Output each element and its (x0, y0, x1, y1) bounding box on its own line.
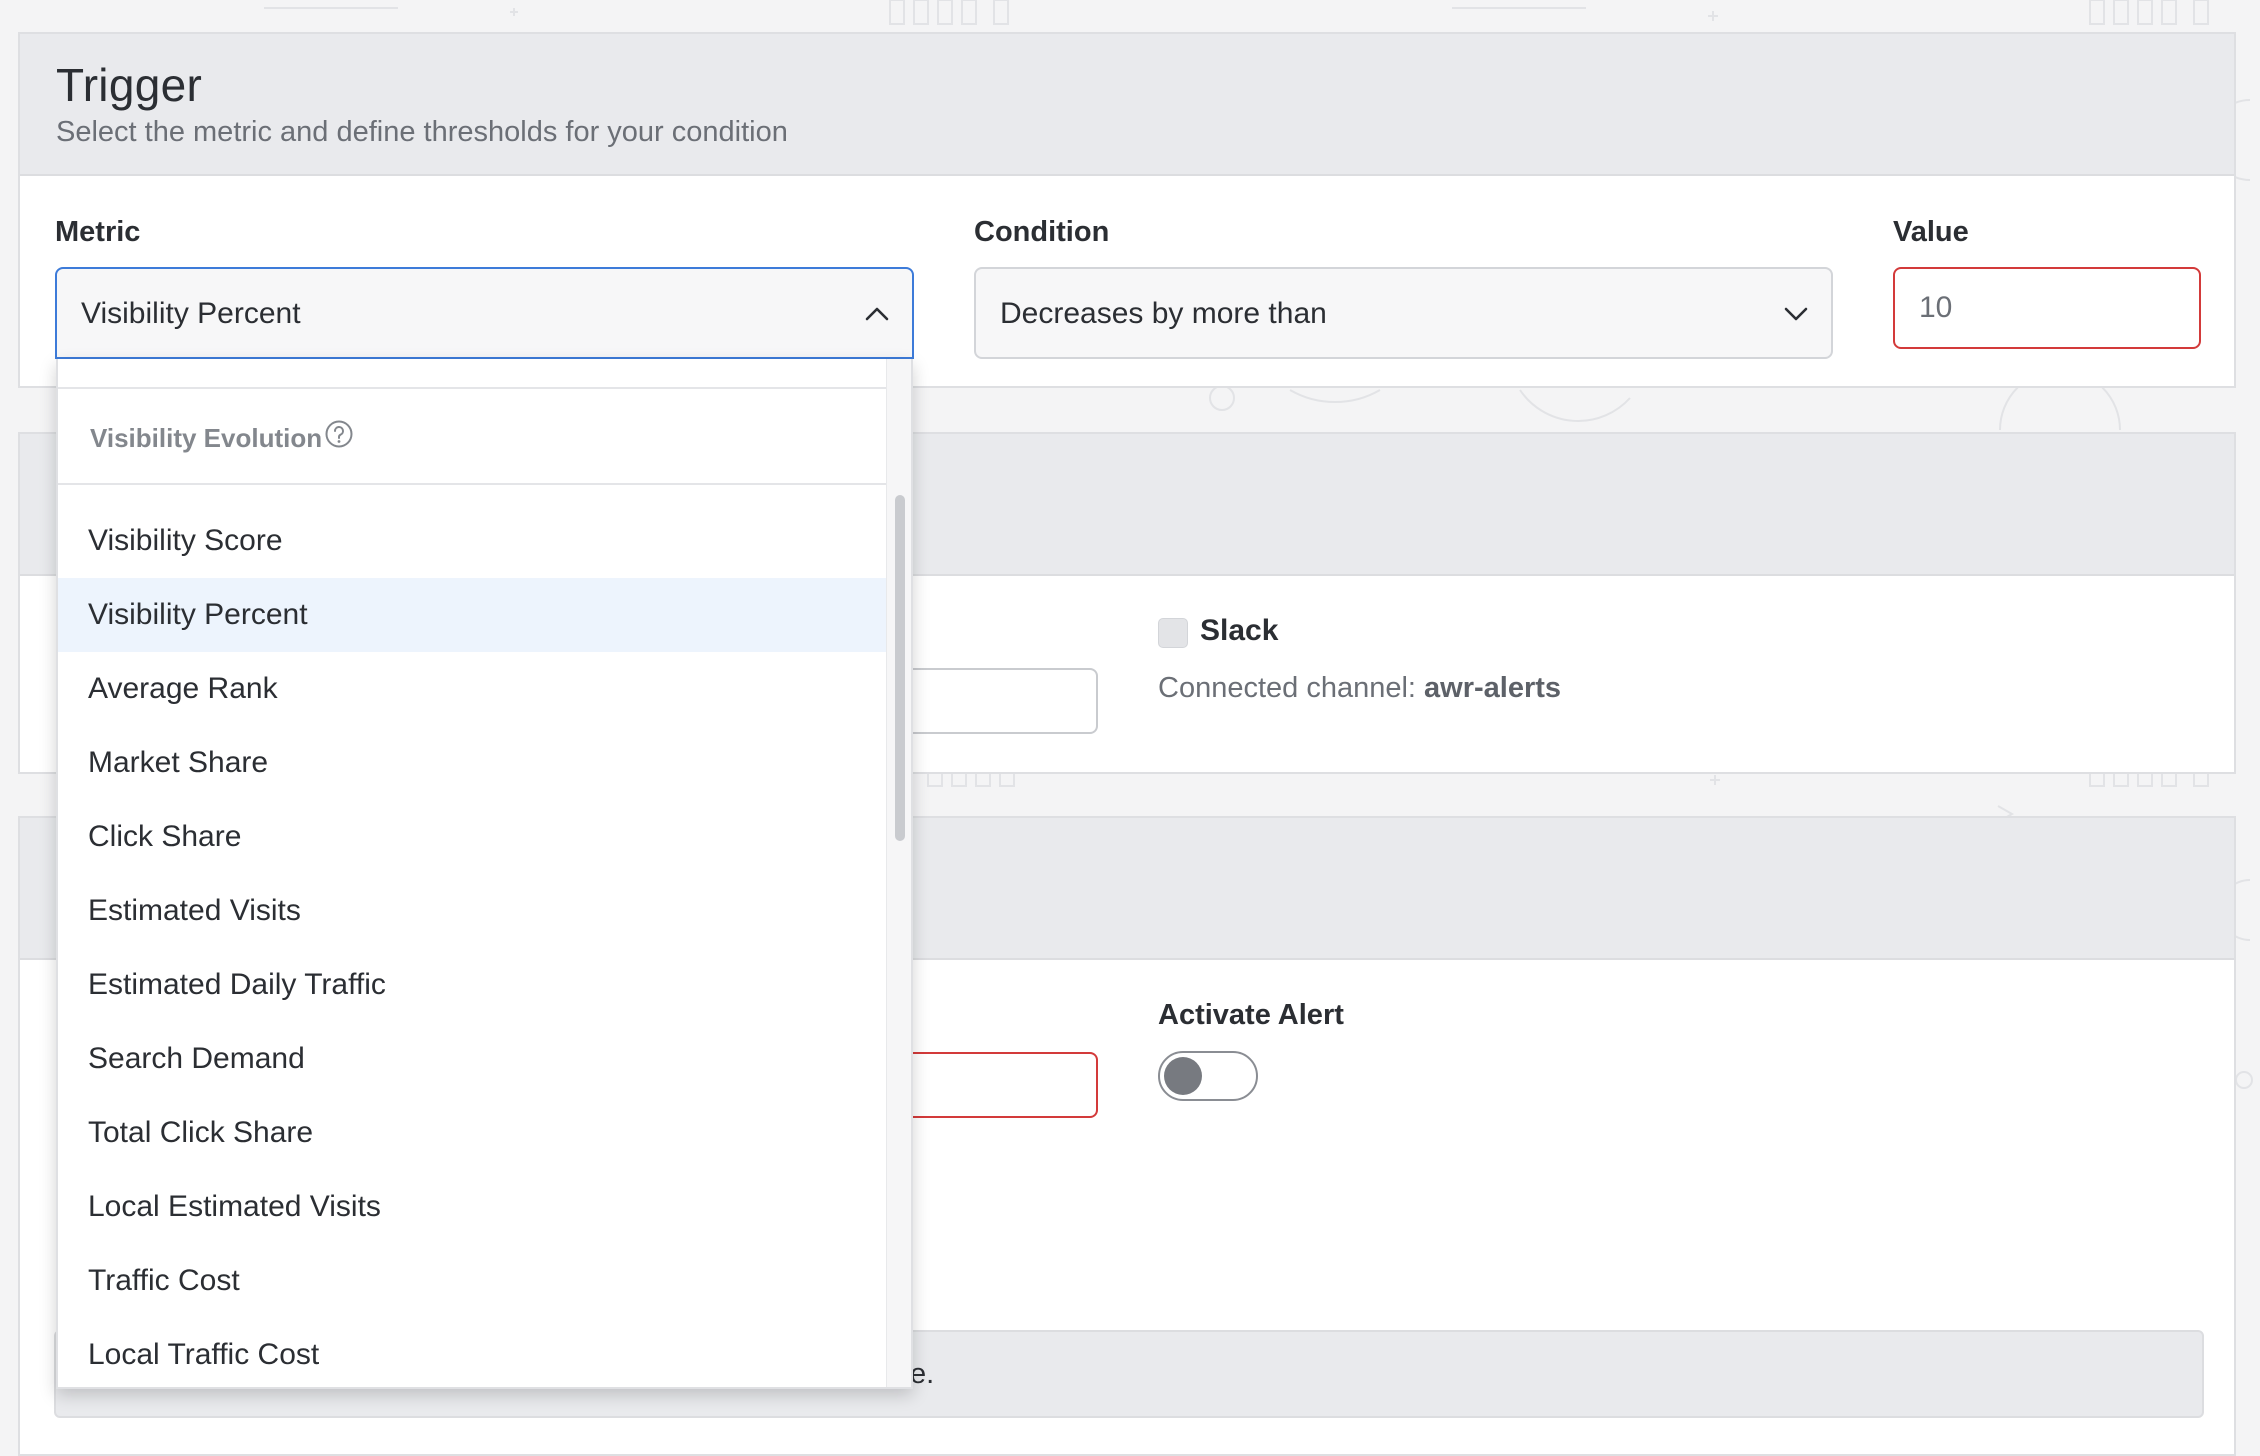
connected-channel-prefix: Connected channel: (1158, 672, 1416, 704)
alert-name-field[interactable] (900, 1052, 1098, 1118)
slack-checkbox[interactable] (1158, 618, 1188, 648)
metric-select[interactable]: Visibility Percent (55, 267, 914, 359)
info-banner-text: e. (910, 1358, 935, 1390)
slack-label: Slack (1200, 614, 1279, 647)
value-label: Value (1893, 216, 1969, 248)
value-input[interactable] (1893, 267, 2201, 349)
dropdown-option[interactable]: Total Click Share (58, 1096, 890, 1170)
dropdown-group-header: Visibility Evolution (58, 387, 890, 485)
condition-label: Condition (974, 216, 1110, 248)
dropdown-option[interactable]: Visibility Score (58, 504, 890, 578)
page-subtitle: Select the metric and define thresholds … (56, 116, 788, 148)
condition-select[interactable]: Decreases by more than (974, 267, 1833, 359)
page-title: Trigger (56, 59, 203, 111)
chevron-down-icon (1784, 307, 1808, 321)
dropdown-option[interactable]: Click Share (58, 800, 890, 874)
activate-alert-toggle[interactable] (1158, 1051, 1258, 1101)
dropdown-option[interactable]: Estimated Visits (58, 874, 890, 948)
dropdown-scroll-thumb[interactable] (895, 495, 905, 841)
connected-channel-name: awr-alerts (1424, 672, 1562, 704)
dropdown-option[interactable]: Search Demand (58, 1022, 890, 1096)
dropdown-option[interactable]: Market Share (58, 726, 890, 800)
help-circle-icon[interactable] (324, 419, 354, 449)
dropdown-option[interactable]: Local Estimated Visits (58, 1170, 890, 1244)
dropdown-option[interactable]: Visibility Percent (58, 578, 890, 652)
dropdown-scrollbar[interactable] (886, 359, 911, 1387)
email-field[interactable] (900, 668, 1098, 734)
dropdown-option[interactable]: Traffic Cost (58, 1244, 890, 1318)
dropdown-group-label: Visibility Evolution (90, 423, 323, 453)
chevron-up-icon (865, 307, 889, 321)
activate-alert-label: Activate Alert (1158, 999, 1344, 1031)
connected-channel-text: Connected channel: awr-alerts (1158, 672, 1561, 705)
metric-select-value: Visibility Percent (81, 297, 301, 330)
metric-label: Metric (55, 216, 141, 248)
metric-dropdown: Visibility Evolution Visibility Score Vis… (56, 359, 913, 1389)
dropdown-option[interactable]: Local Traffic Cost (58, 1318, 890, 1387)
dropdown-option[interactable]: Average Rank (58, 652, 890, 726)
dropdown-option[interactable]: Estimated Daily Traffic (58, 948, 890, 1022)
trigger-panel-header: Trigger Select the metric and define thr… (20, 34, 2234, 176)
condition-select-value: Decreases by more than (1000, 297, 1327, 330)
toggle-knob (1164, 1057, 1202, 1095)
